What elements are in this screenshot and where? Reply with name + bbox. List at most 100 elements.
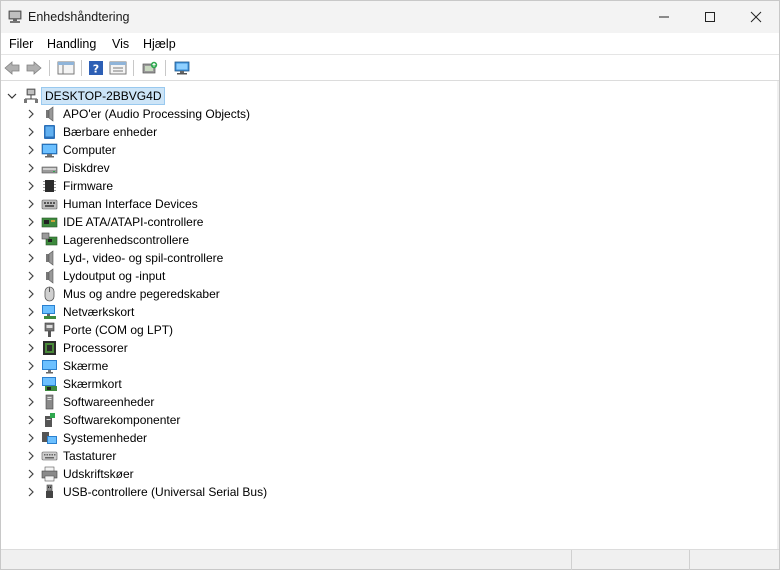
chevron-right-icon[interactable] bbox=[26, 469, 36, 479]
tree-node-21[interactable]: Udskriftskøer bbox=[1, 465, 401, 483]
chevron-right-icon[interactable] bbox=[26, 415, 36, 425]
network-adapter-icon bbox=[41, 304, 58, 320]
tree-node-3[interactable]: Computer bbox=[1, 141, 401, 159]
tree-node-18[interactable]: Softwarekomponenter bbox=[1, 411, 401, 429]
status-segment bbox=[689, 550, 779, 570]
chevron-right-icon[interactable] bbox=[26, 487, 36, 497]
software-device-icon bbox=[41, 394, 58, 410]
device-manager-window: Enhedshåndtering Filer Handling Vis Hjæl… bbox=[0, 0, 780, 570]
tree-node-label: Bærbare enheder bbox=[63, 125, 158, 139]
svg-text:?: ? bbox=[93, 63, 99, 76]
menu-file[interactable]: Filer bbox=[9, 37, 33, 51]
close-button[interactable] bbox=[733, 1, 779, 33]
minimize-button[interactable] bbox=[641, 1, 687, 33]
keyboard-icon bbox=[41, 448, 58, 464]
display-devices-button[interactable] bbox=[173, 59, 191, 77]
tree-node-6[interactable]: Human Interface Devices bbox=[1, 195, 401, 213]
scan-hardware-changes-button[interactable] bbox=[141, 59, 159, 77]
menu-action[interactable]: Handling bbox=[47, 37, 96, 51]
hid-icon bbox=[41, 196, 58, 212]
chevron-right-icon[interactable] bbox=[26, 145, 36, 155]
chevron-right-icon[interactable] bbox=[26, 397, 36, 407]
tree-node-16[interactable]: Skærmkort bbox=[1, 375, 401, 393]
tree-node-label: Netværkskort bbox=[63, 305, 135, 319]
tree-node-20[interactable]: Tastaturer bbox=[1, 447, 401, 465]
chevron-right-icon[interactable] bbox=[26, 217, 36, 227]
chevron-right-icon[interactable] bbox=[26, 433, 36, 443]
tree-node-12[interactable]: Netværkskort bbox=[1, 303, 401, 321]
title-bar[interactable]: Enhedshåndtering bbox=[1, 1, 779, 33]
tree-node-label: APO'er (Audio Processing Objects) bbox=[63, 107, 251, 121]
mouse-icon bbox=[41, 286, 58, 302]
tree-node-8[interactable]: Lagerenhedscontrollere bbox=[1, 231, 401, 249]
monitor-icon bbox=[41, 358, 58, 374]
tree-node-9[interactable]: Lyd-, video- og spil-controllere bbox=[1, 249, 401, 267]
help-icon: ? bbox=[89, 61, 103, 76]
maximize-button[interactable] bbox=[687, 1, 733, 33]
chevron-right-icon[interactable] bbox=[26, 379, 36, 389]
chevron-right-icon[interactable] bbox=[26, 361, 36, 371]
tree-node-10[interactable]: Lydoutput og -input bbox=[1, 267, 401, 285]
system-device-icon bbox=[41, 430, 58, 446]
tree-node-2[interactable]: Bærbare enheder bbox=[1, 123, 401, 141]
menu-view[interactable]: Vis bbox=[112, 37, 129, 51]
chevron-right-icon[interactable] bbox=[26, 451, 36, 461]
show-hide-console-tree-button[interactable] bbox=[57, 59, 75, 77]
speaker-icon bbox=[41, 268, 58, 284]
tree-node-4[interactable]: Diskdrev bbox=[1, 159, 401, 177]
forward-button[interactable] bbox=[25, 59, 43, 77]
tree-node-17[interactable]: Softwareenheder bbox=[1, 393, 401, 411]
close-icon bbox=[750, 11, 762, 23]
tree-root-node[interactable]: DESKTOP-2BBVG4D bbox=[1, 87, 201, 105]
computer-name-label[interactable]: DESKTOP-2BBVG4D bbox=[41, 87, 166, 105]
properties-button[interactable] bbox=[109, 59, 127, 77]
printer-icon bbox=[41, 466, 58, 482]
tree-node-label: Skærmkort bbox=[63, 377, 122, 391]
tree-node-label: Porte (COM og LPT) bbox=[63, 323, 174, 337]
console-tree-icon bbox=[57, 61, 75, 75]
chevron-right-icon[interactable] bbox=[26, 127, 36, 137]
chevron-right-icon[interactable] bbox=[26, 289, 36, 299]
speaker-icon bbox=[41, 106, 58, 122]
software-component-icon bbox=[41, 412, 58, 428]
chevron-right-icon[interactable] bbox=[26, 271, 36, 281]
tree-node-label: Computer bbox=[63, 143, 116, 157]
chevron-right-icon[interactable] bbox=[26, 253, 36, 263]
firmware-chip-icon bbox=[41, 178, 58, 194]
tree-node-15[interactable]: Skærme bbox=[1, 357, 401, 375]
chevron-right-icon[interactable] bbox=[26, 307, 36, 317]
ide-controller-icon bbox=[41, 214, 58, 230]
forward-arrow-icon bbox=[26, 61, 42, 75]
tree-node-14[interactable]: Processorer bbox=[1, 339, 401, 357]
tree-node-label: Softwareenheder bbox=[63, 395, 155, 409]
chevron-right-icon[interactable] bbox=[26, 325, 36, 335]
chevron-right-icon[interactable] bbox=[26, 163, 36, 173]
chevron-right-icon[interactable] bbox=[26, 199, 36, 209]
tree-node-13[interactable]: Porte (COM og LPT) bbox=[1, 321, 401, 339]
minimize-icon bbox=[659, 16, 669, 18]
tree-node-label: Human Interface Devices bbox=[63, 197, 198, 211]
tree-node-label: Mus og andre pegeredskaber bbox=[63, 287, 220, 301]
chevron-right-icon[interactable] bbox=[26, 235, 36, 245]
tree-node-1[interactable]: APO'er (Audio Processing Objects) bbox=[1, 105, 401, 123]
processor-icon bbox=[41, 340, 58, 356]
chevron-right-icon[interactable] bbox=[26, 343, 36, 353]
right-border bbox=[777, 81, 779, 549]
tree-node-11[interactable]: Mus og andre pegeredskaber bbox=[1, 285, 401, 303]
computer-network-icon bbox=[23, 88, 39, 104]
back-button[interactable] bbox=[3, 59, 21, 77]
menu-help[interactable]: Hjælp bbox=[143, 37, 176, 51]
chevron-right-icon[interactable] bbox=[26, 181, 36, 191]
chevron-right-icon[interactable] bbox=[26, 109, 36, 119]
chevron-down-icon[interactable] bbox=[7, 91, 17, 101]
tree-node-22[interactable]: USB-controllere (Universal Serial Bus) bbox=[1, 483, 401, 501]
display-adapter-icon bbox=[41, 376, 58, 392]
speaker-icon bbox=[41, 250, 58, 266]
tree-node-19[interactable]: Systemenheder bbox=[1, 429, 401, 447]
help-button[interactable]: ? bbox=[87, 59, 105, 77]
tree-node-7[interactable]: IDE ATA/ATAPI-controllere bbox=[1, 213, 401, 231]
tree-node-5[interactable]: Firmware bbox=[1, 177, 401, 195]
maximize-icon bbox=[705, 12, 715, 22]
disk-drive-icon bbox=[41, 160, 58, 176]
tree-node-label: Udskriftskøer bbox=[63, 467, 134, 481]
